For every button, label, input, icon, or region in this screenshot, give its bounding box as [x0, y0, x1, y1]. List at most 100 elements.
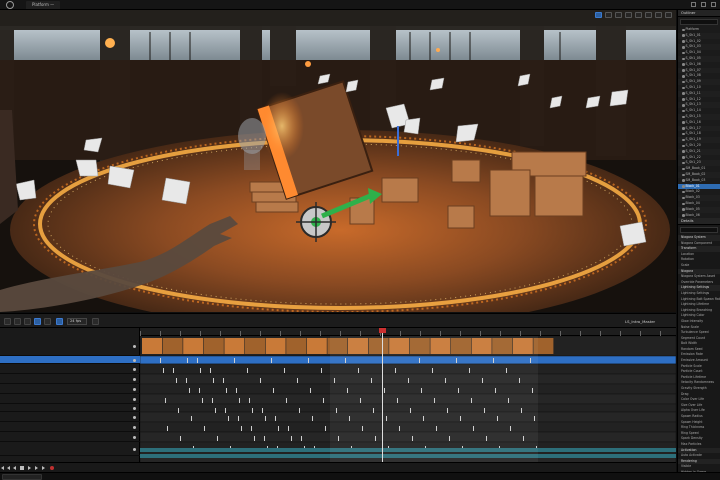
keyframe[interactable]: [275, 416, 276, 421]
keyframe[interactable]: [265, 416, 266, 421]
keyframe[interactable]: [234, 358, 235, 363]
keyframe[interactable]: [200, 368, 201, 373]
eye-icon[interactable]: [682, 109, 685, 113]
shot-thumbnail[interactable]: [142, 338, 162, 354]
eye-icon[interactable]: [682, 86, 685, 90]
eye-icon[interactable]: [682, 115, 685, 119]
maximize-icon[interactable]: [701, 2, 706, 7]
rotate-icon[interactable]: [615, 11, 622, 18]
keyframe[interactable]: [173, 368, 174, 373]
settings-icon[interactable]: [92, 318, 99, 325]
keyframe[interactable]: [167, 426, 168, 431]
stop-icon[interactable]: [20, 466, 24, 470]
eye-icon[interactable]: [682, 196, 685, 200]
keyframe[interactable]: [163, 368, 164, 373]
eye-icon[interactable]: [682, 63, 685, 66]
play-icon[interactable]: [28, 466, 31, 470]
browse-icon[interactable]: [14, 318, 21, 325]
track-row[interactable]: [0, 442, 140, 456]
track-row[interactable]: [0, 404, 140, 412]
keyframe[interactable]: [238, 416, 239, 421]
add-key-icon[interactable]: [133, 415, 136, 419]
keyframe[interactable]: [252, 408, 253, 413]
playhead[interactable]: [382, 328, 383, 462]
shot-thumbnail[interactable]: [224, 338, 245, 354]
eye-icon[interactable]: [682, 121, 685, 124]
world-space-icon[interactable]: [635, 11, 642, 18]
eye-icon[interactable]: [682, 185, 685, 188]
snap-angle-icon[interactable]: [655, 11, 662, 18]
keyframe[interactable]: [271, 358, 272, 363]
shot-thumbnail[interactable]: [286, 338, 307, 354]
keyframe[interactable]: [204, 426, 205, 431]
level-tab[interactable]: Platform —: [26, 1, 61, 9]
eye-icon[interactable]: [682, 150, 685, 153]
eye-icon[interactable]: [682, 28, 685, 32]
track-row[interactable]: [0, 374, 140, 384]
save-icon[interactable]: [4, 318, 11, 325]
keyframe[interactable]: [180, 436, 181, 441]
add-key-icon[interactable]: [133, 358, 136, 362]
add-key-icon[interactable]: [133, 425, 136, 429]
step-back-icon[interactable]: [7, 466, 10, 470]
keyframe[interactable]: [176, 378, 177, 383]
add-key-icon[interactable]: [133, 387, 136, 391]
translate-icon[interactable]: [605, 11, 612, 18]
keyframe[interactable]: [284, 368, 285, 373]
keyframe[interactable]: [236, 388, 237, 393]
keyframe[interactable]: [187, 358, 188, 363]
keyframe[interactable]: [278, 426, 279, 431]
fps-dropdown[interactable]: 24 fps: [67, 318, 87, 325]
eye-icon[interactable]: [682, 132, 685, 136]
eye-icon[interactable]: [682, 46, 685, 49]
eye-icon[interactable]: [682, 144, 685, 148]
add-key-icon[interactable]: [133, 435, 136, 439]
keyframe[interactable]: [288, 426, 289, 431]
track-row[interactable]: [0, 384, 140, 394]
shot-thumbnail[interactable]: [306, 338, 327, 354]
track-row[interactable]: [0, 412, 140, 422]
keyframe[interactable]: [213, 378, 214, 383]
eye-icon[interactable]: [682, 75, 685, 78]
content-drawer-button[interactable]: [2, 474, 42, 480]
keyframe[interactable]: [301, 436, 302, 441]
shot-thumbnail[interactable]: [245, 338, 265, 354]
reverse-icon[interactable]: [13, 466, 16, 470]
keyframe[interactable]: [202, 398, 203, 403]
scale-icon[interactable]: [625, 11, 632, 18]
eye-icon[interactable]: [682, 92, 685, 95]
keyframe[interactable]: [291, 436, 292, 441]
track-row[interactable]: [0, 356, 140, 364]
eye-icon[interactable]: [682, 98, 685, 101]
snap-grid-icon[interactable]: [645, 11, 652, 18]
keyframe[interactable]: [197, 358, 198, 363]
camera-speed-icon[interactable]: [665, 11, 672, 18]
keyframe[interactable]: [310, 388, 311, 393]
keyframe[interactable]: [297, 378, 298, 383]
eye-icon[interactable]: [682, 190, 685, 194]
keyframe[interactable]: [189, 388, 190, 393]
add-key-icon[interactable]: [133, 406, 136, 410]
eye-icon[interactable]: [682, 138, 685, 142]
keyframe[interactable]: [160, 358, 161, 363]
keyframe[interactable]: [186, 378, 187, 383]
skip-forward-icon[interactable]: [42, 466, 45, 470]
eye-icon[interactable]: [682, 40, 685, 43]
eye-icon[interactable]: [682, 214, 685, 217]
time-ruler[interactable]: [140, 328, 676, 336]
snap-icon[interactable]: [34, 318, 41, 325]
keyframe[interactable]: [286, 398, 287, 403]
eye-icon[interactable]: [682, 127, 685, 130]
track-row[interactable]: [0, 422, 140, 432]
keyframe[interactable]: [223, 378, 224, 383]
eye-icon[interactable]: [682, 167, 685, 171]
keyframe[interactable]: [225, 408, 226, 413]
eye-icon[interactable]: [682, 80, 685, 84]
curve-editor-icon[interactable]: [44, 318, 51, 325]
minimize-icon[interactable]: [691, 2, 696, 7]
keyframe[interactable]: [178, 408, 179, 413]
shot-thumbnail[interactable]: [203, 338, 224, 354]
outliner-search-input[interactable]: [680, 19, 718, 25]
keyframe[interactable]: [254, 436, 255, 441]
keyframe[interactable]: [241, 426, 242, 431]
